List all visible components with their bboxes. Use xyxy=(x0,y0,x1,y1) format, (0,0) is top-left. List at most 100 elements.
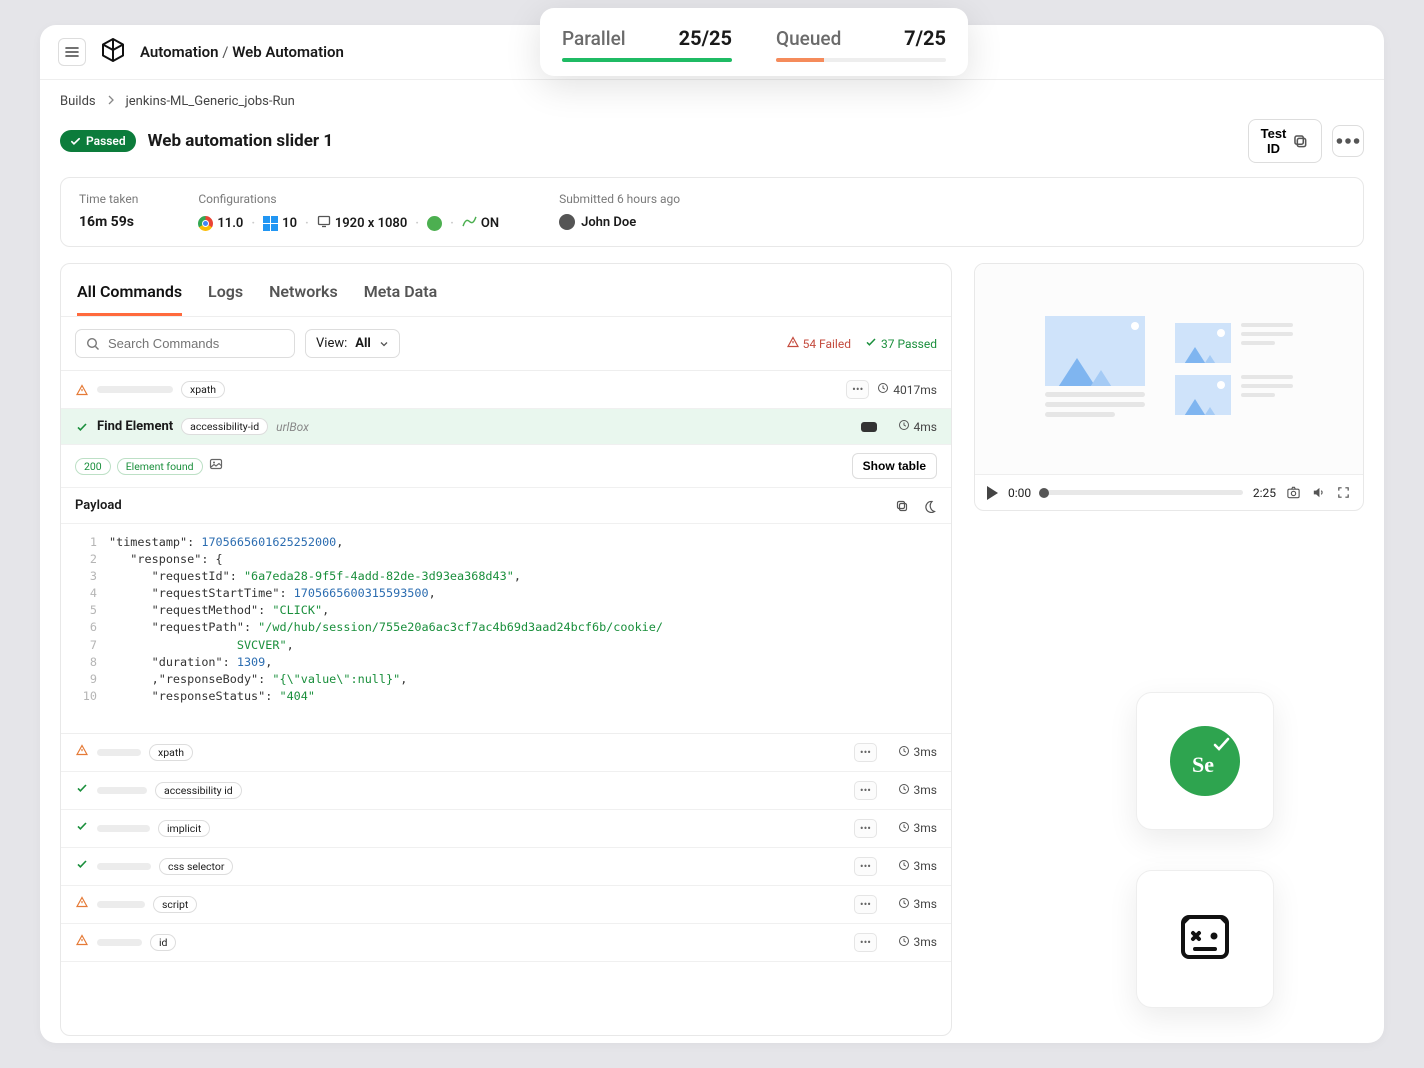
screen-icon xyxy=(317,214,331,232)
page-title: Web automation slider 1 xyxy=(148,131,333,151)
chevron-down-icon xyxy=(379,339,389,349)
command-row[interactable]: accessibility id•••3ms xyxy=(61,772,951,810)
view-select[interactable]: View: All xyxy=(305,329,400,358)
locator-value: urlBox xyxy=(276,420,309,434)
search-input[interactable] xyxy=(108,336,284,351)
row-more-button[interactable]: ••• xyxy=(854,819,877,838)
row-duration: 3ms xyxy=(885,859,937,874)
row-more-button[interactable]: ••• xyxy=(854,933,877,952)
status-badge: Passed xyxy=(60,130,136,152)
app-section: Web Automation xyxy=(232,43,344,61)
selenium-card: Se xyxy=(1136,692,1274,830)
check-icon xyxy=(76,782,88,798)
os-chip: 10 xyxy=(263,216,297,231)
fullscreen-button[interactable] xyxy=(1336,485,1351,500)
dark-mode-button[interactable] xyxy=(923,499,937,513)
payload-code: 1"timestamp": 1705665601625252000,2 "res… xyxy=(61,524,951,734)
search-input-wrap[interactable] xyxy=(75,329,295,358)
command-title: Find Element xyxy=(97,419,173,434)
test-id-button[interactable]: Test ID xyxy=(1248,119,1322,163)
logo-icon xyxy=(100,37,126,67)
robot-icon xyxy=(1173,905,1237,973)
warn-icon xyxy=(76,934,88,950)
volume-button[interactable] xyxy=(1311,485,1326,500)
video-frame-placeholder-icon xyxy=(1175,323,1231,363)
command-row[interactable]: id•••3ms xyxy=(61,924,951,962)
command-placeholder xyxy=(97,939,142,946)
row-more-button[interactable]: ••• xyxy=(846,380,869,399)
breadcrumb-build[interactable]: jenkins-ML_Generic_jobs-Run xyxy=(126,94,295,109)
hamburger-icon xyxy=(65,45,79,59)
element-found-badge: Element found xyxy=(117,458,203,475)
browser-chip: 11.0 xyxy=(198,216,243,231)
parallel-value: 25/25 xyxy=(679,26,732,50)
warn-icon xyxy=(75,384,89,396)
check-icon xyxy=(75,421,89,433)
payload-label: Payload xyxy=(75,498,122,513)
show-table-button[interactable]: Show table xyxy=(852,453,937,479)
tab-all-commands[interactable]: All Commands xyxy=(77,282,182,316)
video-frame-placeholder-icon xyxy=(1045,316,1145,386)
chrome-icon xyxy=(198,216,213,231)
tab-meta-data[interactable]: Meta Data xyxy=(364,282,438,316)
tab-logs[interactable]: Logs xyxy=(208,282,243,316)
selenium-icon: Se xyxy=(1192,752,1214,778)
video-scrubber[interactable] xyxy=(1041,490,1243,495)
check-icon xyxy=(76,858,88,874)
menu-toggle[interactable] xyxy=(58,38,86,66)
locator-tag: accessibility-id xyxy=(181,418,268,435)
command-placeholder xyxy=(97,787,147,794)
copy-icon xyxy=(1292,133,1309,150)
session-info-card: Time taken 16m 59s Configurations 11.0 ·… xyxy=(60,177,1364,247)
command-placeholder xyxy=(97,749,141,756)
avatar-icon xyxy=(559,214,575,230)
row-duration: 3ms xyxy=(885,821,937,836)
command-row[interactable]: xpath•••3ms xyxy=(61,734,951,772)
tab-networks[interactable]: Networks xyxy=(269,282,338,316)
row-duration: 3ms xyxy=(885,897,937,912)
local-tunnel-icon xyxy=(462,216,477,231)
row-more-button[interactable]: ••• xyxy=(854,743,877,762)
command-row[interactable]: script ••• 3ms xyxy=(61,886,951,924)
command-placeholder xyxy=(97,863,151,870)
locator-tag: id xyxy=(150,934,176,951)
configurations-label: Configurations xyxy=(198,192,499,206)
locator-tag: implicit xyxy=(158,820,210,837)
locator-tag: script xyxy=(153,896,197,913)
queued-value: 7/25 xyxy=(904,26,946,50)
dots-icon xyxy=(1333,126,1363,156)
row-more-button[interactable]: ••• xyxy=(854,781,877,800)
command-row[interactable]: implicit ••• 3ms xyxy=(61,810,951,848)
locator-tag: xpath xyxy=(149,744,193,761)
warn-icon xyxy=(76,744,88,760)
screenshot-thumb-icon[interactable] xyxy=(209,457,223,475)
row-duration: 4017ms xyxy=(877,382,937,397)
command-row[interactable]: css selector•••3ms xyxy=(61,848,951,886)
row-more-button[interactable]: ••• xyxy=(854,857,877,876)
row-more-button[interactable]: ••• xyxy=(854,895,877,914)
breadcrumb-root[interactable]: Builds xyxy=(60,94,96,109)
screenshot-button[interactable] xyxy=(1286,485,1301,500)
author: John Doe xyxy=(559,214,680,230)
app-breadcrumb: Automation / Web Automation xyxy=(140,43,344,61)
search-icon xyxy=(86,337,100,351)
chevron-right-icon xyxy=(106,94,116,109)
time-taken-value: 16m 59s xyxy=(79,214,138,230)
windows-icon xyxy=(263,216,278,231)
command-row[interactable]: xpath ••• 4017ms xyxy=(61,371,951,409)
submitted-label: Submitted 6 hours ago xyxy=(559,192,680,206)
robot-card xyxy=(1136,870,1274,1008)
row-duration: 3ms xyxy=(885,783,937,798)
queued-label: Queued xyxy=(776,27,841,50)
region-icon xyxy=(427,216,442,231)
local-chip: ON xyxy=(462,216,499,231)
queued-bar xyxy=(776,58,946,62)
parallel-label: Parallel xyxy=(562,27,626,50)
copy-payload-button[interactable] xyxy=(895,499,909,513)
stats-card: Parallel 25/25 Queued 7/25 xyxy=(540,8,968,76)
warn-icon xyxy=(76,896,88,912)
video-current-time: 0:00 xyxy=(1008,486,1031,500)
play-button[interactable] xyxy=(987,486,998,500)
command-row-selected[interactable]: Find Element accessibility-id urlBox 4ms xyxy=(61,409,951,445)
more-actions-button[interactable] xyxy=(1332,125,1364,157)
